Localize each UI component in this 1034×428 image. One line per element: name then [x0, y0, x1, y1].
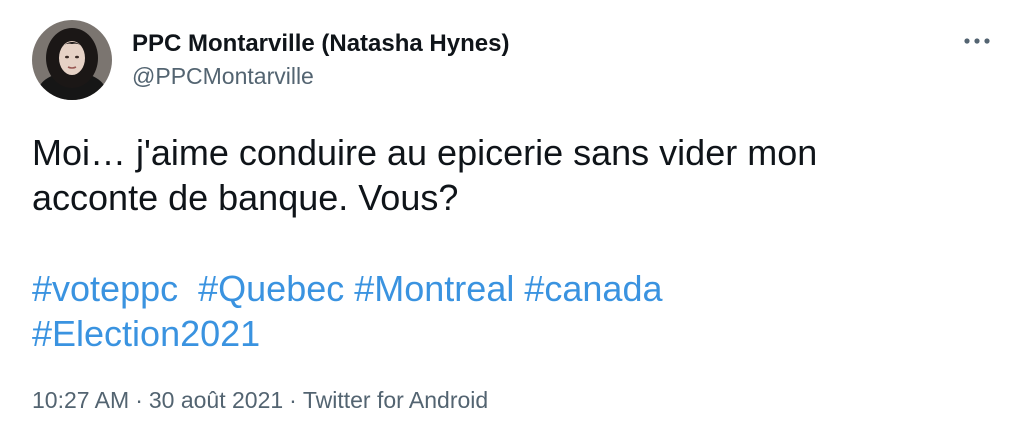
hashtag-link[interactable]: #Montreal	[354, 268, 514, 309]
tweet-metadata: 10:27 AM · 30 août 2021 · Twitter for Androi…	[32, 384, 488, 416]
tweet-date[interactable]: 30 août 2021	[149, 387, 283, 413]
tweet-text-line: acconte de banque. Vous?	[32, 177, 459, 218]
tweet-text: Moi… j'aime conduire au epicerie sans vi…	[32, 130, 992, 220]
author-handle[interactable]: @PPCMontarville	[132, 62, 314, 90]
meta-separator: ·	[289, 387, 297, 413]
tweet-hashtags: #voteppc #Quebec #Montreal #canada #Elec…	[32, 266, 992, 356]
tweet-text-line: Moi… j'aime conduire au epicerie sans vi…	[32, 132, 818, 173]
more-horizontal-icon	[964, 38, 990, 44]
tweet-source[interactable]: Twitter for Android	[303, 387, 488, 413]
hashtag-link[interactable]: #Quebec	[198, 268, 344, 309]
author-avatar[interactable]	[32, 20, 112, 100]
tweet-card: PPC Montarville (Natasha Hynes) @PPCMont…	[0, 0, 1034, 428]
author-display-name[interactable]: PPC Montarville (Natasha Hynes)	[132, 30, 509, 58]
hashtag-link[interactable]: #voteppc	[32, 268, 178, 309]
tweet-time[interactable]: 10:27 AM	[32, 387, 129, 413]
hashtag-link[interactable]: #Election2021	[32, 313, 260, 354]
avatar-image	[32, 20, 112, 100]
meta-separator: ·	[135, 387, 143, 413]
hashtag-link[interactable]: #canada	[524, 268, 662, 309]
more-options-button[interactable]	[960, 30, 994, 52]
